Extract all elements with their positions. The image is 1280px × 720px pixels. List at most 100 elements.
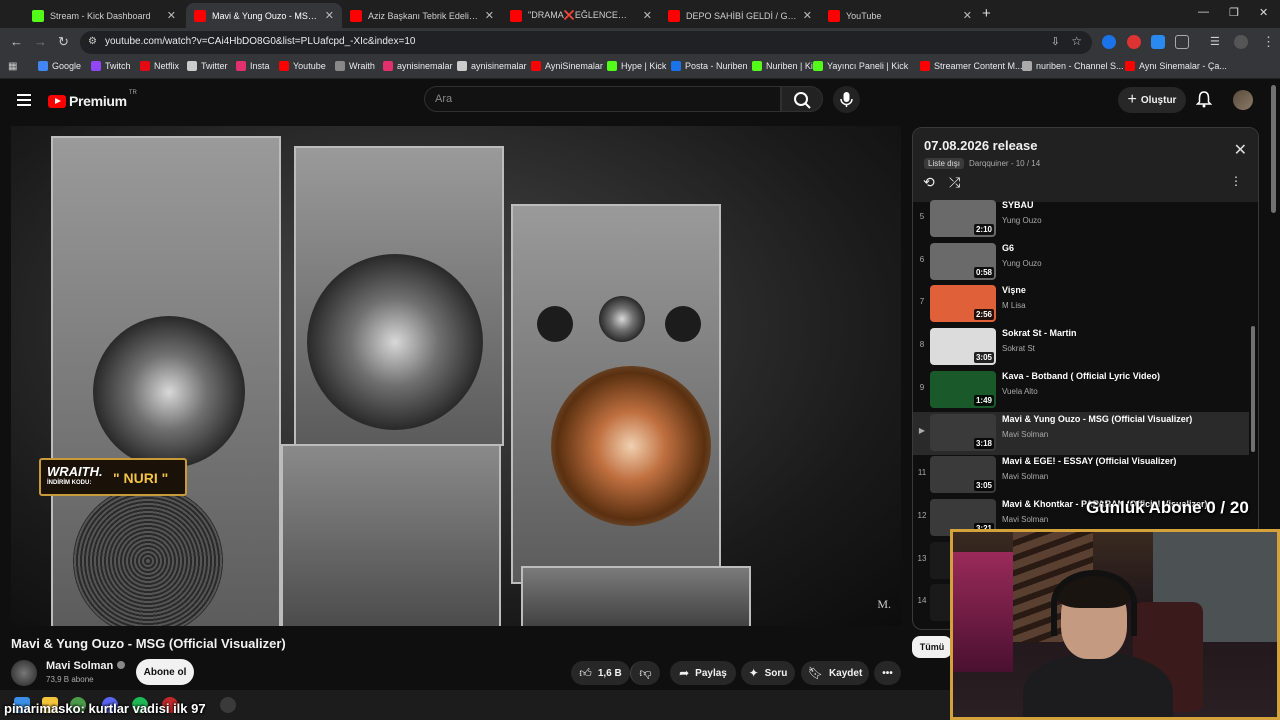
- bookmark-item[interactable]: Hype | Kick: [607, 61, 666, 71]
- ask-button[interactable]: ✦ Soru: [741, 661, 795, 685]
- playlist-item-artist[interactable]: Yung Ouzo: [1002, 216, 1042, 225]
- bookmark-item[interactable]: AyniSinemalar: [531, 61, 603, 71]
- app-icon[interactable]: [220, 697, 236, 713]
- playlist-item-thumbnail[interactable]: 1:49: [930, 370, 996, 408]
- playlist-item-artist[interactable]: Vuela Alto: [1002, 387, 1038, 396]
- hamburger-menu-icon[interactable]: [17, 94, 31, 109]
- bookmark-item[interactable]: Aynı Sinemalar - Ça...: [1125, 61, 1227, 71]
- browser-tab[interactable]: YouTube ✕: [820, 3, 980, 28]
- bookmark-item[interactable]: Streamer Content M...: [920, 61, 1023, 71]
- notifications-bell-icon[interactable]: [1196, 90, 1212, 108]
- url-text[interactable]: youtube.com/watch?v=CAi4HbDO8G0&list=PLU…: [105, 36, 415, 47]
- playlist-item-title[interactable]: Sokrat St - Martin: [1002, 328, 1077, 338]
- bookmark-item[interactable]: nuriben - Channel S...: [1022, 61, 1124, 71]
- bookmark-item[interactable]: Posta - Nuriben: [671, 61, 748, 71]
- playlist-item[interactable]: 8 3:05 Sokrat St - Martin Sokrat St: [913, 326, 1249, 369]
- shield-icon[interactable]: [1151, 35, 1165, 49]
- playlist-title[interactable]: 07.08.2026 release: [924, 138, 1038, 153]
- playlist-scrollbar[interactable]: [1251, 326, 1255, 452]
- close-tab-icon[interactable]: ✕: [485, 9, 494, 22]
- search-button[interactable]: [781, 86, 823, 112]
- playlist-owner-progress[interactable]: Darqquiner - 10 / 14: [969, 159, 1040, 168]
- restore-icon[interactable]: ❐: [1229, 6, 1239, 19]
- create-button[interactable]: + Oluştur: [1118, 87, 1186, 113]
- playlist-item-artist[interactable]: Sokrat St: [1002, 344, 1035, 353]
- close-playlist-icon[interactable]: ✕: [1234, 140, 1247, 160]
- playlist-item-artist[interactable]: M Lisa: [1002, 301, 1026, 310]
- bookmark-star-icon[interactable]: ☆: [1071, 34, 1082, 48]
- playlist-item-thumbnail[interactable]: 2:56: [930, 285, 996, 323]
- bookmark-item[interactable]: Yayıncı Paneli | Kick: [813, 61, 908, 71]
- channel-name[interactable]: Mavi Solman: [46, 660, 126, 672]
- close-window-icon[interactable]: ✕: [1259, 6, 1268, 19]
- browser-tab[interactable]: Stream - Kick Dashboard ✕: [24, 3, 184, 28]
- close-tab-icon[interactable]: ✕: [325, 9, 334, 22]
- playlist-item-artist[interactable]: Mavi Solman: [1002, 515, 1048, 524]
- browser-tab[interactable]: Mavi & Yung Ouzo - MSG (✕: [186, 3, 342, 28]
- playlist-item-thumbnail[interactable]: 2:10: [930, 200, 996, 237]
- profile-icon[interactable]: [1234, 35, 1248, 49]
- close-tab-icon[interactable]: ✕: [803, 9, 812, 22]
- dislike-button[interactable]: 👎︎: [630, 661, 660, 685]
- more-actions-button[interactable]: •••: [874, 661, 901, 685]
- like-button[interactable]: 👍︎ 1,6 B: [571, 661, 630, 685]
- bookmark-item[interactable]: Twitch: [91, 61, 131, 71]
- playlist-item-thumbnail[interactable]: 3:18: [930, 413, 996, 451]
- new-tab-button[interactable]: +: [982, 5, 991, 22]
- bookmark-item[interactable]: Wraith: [335, 61, 375, 71]
- playlist-item-title[interactable]: Kava - Botband ( Official Lyric Video): [1002, 371, 1160, 381]
- bookmark-item[interactable]: aynisinemalar: [457, 61, 527, 71]
- playlist-item[interactable]: 6 0:58 G6 Yung Ouzo: [913, 241, 1249, 284]
- loop-icon[interactable]: ⟲: [923, 174, 935, 191]
- playlist-item-title[interactable]: SYBAU: [1002, 200, 1034, 210]
- search-input[interactable]: [425, 87, 780, 111]
- playlist-item-thumbnail[interactable]: 3:05: [930, 456, 996, 494]
- site-info-icon[interactable]: ⚙: [88, 36, 97, 47]
- voice-search-button[interactable]: [833, 86, 860, 113]
- install-app-icon[interactable]: ⇩: [1051, 35, 1060, 48]
- playlist-item-thumbnail[interactable]: 3:05: [930, 328, 996, 366]
- youtube-premium-logo[interactable]: Premium TR: [48, 90, 137, 109]
- extension-icon[interactable]: [1127, 35, 1141, 49]
- account-avatar[interactable]: [1233, 90, 1253, 110]
- bookmark-item[interactable]: Youtube: [279, 61, 326, 71]
- search-box[interactable]: [424, 86, 781, 112]
- subscribe-button[interactable]: Abone ol: [136, 659, 194, 685]
- browser-tab[interactable]: DEPO SAHİBİ GELDİ / GERGİNL ✕: [660, 3, 820, 28]
- playlist-item[interactable]: 7 2:56 Vişne M Lisa: [913, 283, 1249, 326]
- filter-chip-all[interactable]: Tümü: [912, 636, 952, 658]
- video-player[interactable]: WRAITH. İNDİRİM KODU: " NURI " M.: [11, 126, 901, 626]
- playlist-item[interactable]: 11 3:05 Mavi & EGE! - ESSAY (Official Visu…: [913, 454, 1249, 497]
- browser-tab[interactable]: Aziz Başkanı Tebrik Edelim | Yo ✕: [342, 3, 502, 28]
- puzzle-icon[interactable]: [1175, 35, 1189, 49]
- bookmark-item[interactable]: Twitter: [187, 61, 228, 71]
- bookmark-item[interactable]: Google: [38, 61, 81, 71]
- apps-grid-icon[interactable]: ▦: [8, 61, 17, 72]
- playlist-item-title[interactable]: Mavi & EGE! - ESSAY (Official Visualizer…: [1002, 456, 1176, 466]
- playlist-item[interactable]: 5 2:10 SYBAU Yung Ouzo: [913, 198, 1249, 241]
- bookmark-item[interactable]: Insta: [236, 61, 270, 71]
- tab-search-icon[interactable]: ☰: [1210, 35, 1224, 49]
- playlist-item-thumbnail[interactable]: 0:58: [930, 242, 996, 280]
- bookmark-item[interactable]: Nuriben | Kick: [752, 61, 822, 71]
- channel-name-text[interactable]: Mavi Solman: [46, 660, 113, 672]
- save-button[interactable]: 🔖︎ Kaydet: [801, 661, 869, 685]
- shuffle-icon[interactable]: ⤮: [949, 174, 960, 191]
- forward-icon[interactable]: →: [34, 34, 47, 49]
- playlist-item[interactable]: 9 1:49 Kava - Botband ( Official Lyric Vid…: [913, 369, 1249, 412]
- playlist-item-artist[interactable]: Mavi Solman: [1002, 472, 1048, 481]
- close-tab-icon[interactable]: ✕: [643, 9, 652, 22]
- browser-tab[interactable]: "DRAMA❌EĞLENCE❎" Kick ✕: [502, 3, 660, 28]
- minimize-icon[interactable]: —: [1198, 6, 1209, 18]
- omnibox[interactable]: ⚙ youtube.com/watch?v=CAi4HbDO8G0&list=P…: [80, 31, 1092, 54]
- close-tab-icon[interactable]: ✕: [963, 9, 972, 22]
- reload-icon[interactable]: ↻: [58, 34, 69, 50]
- back-icon[interactable]: ←: [10, 34, 23, 49]
- playlist-item-title[interactable]: Mavi & Yung Ouzo - MSG (Official Visuali…: [1002, 414, 1192, 424]
- playlist-item-title[interactable]: Vişne: [1002, 285, 1026, 295]
- extension-icon[interactable]: [1102, 35, 1116, 49]
- playlist-item-current[interactable]: ▶ 3:18 Mavi & Yung Ouzo - MSG (Official Vi…: [913, 411, 1249, 455]
- playlist-item-artist[interactable]: Yung Ouzo: [1002, 259, 1042, 268]
- playlist-item-artist[interactable]: Mavi Solman: [1002, 430, 1048, 439]
- bookmark-item[interactable]: aynisinemalar: [383, 61, 453, 71]
